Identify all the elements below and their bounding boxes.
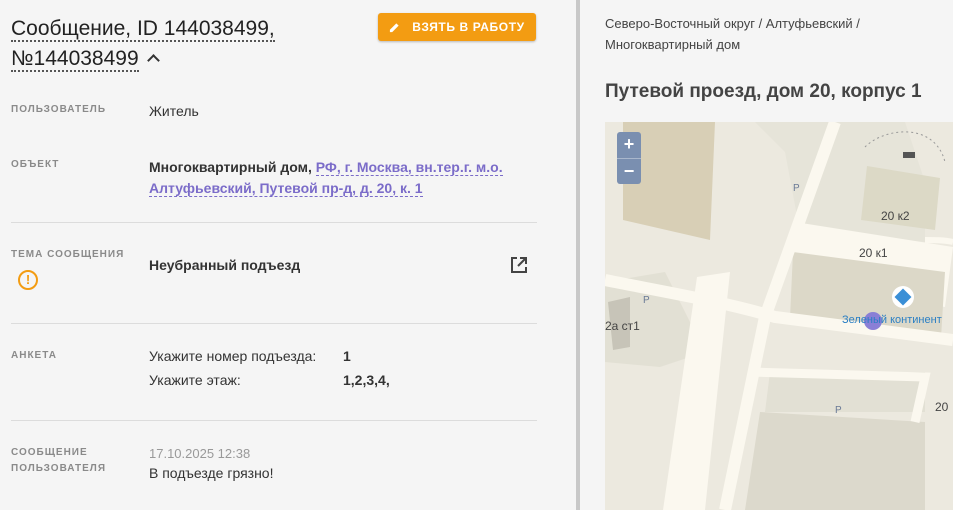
zoom-out-button[interactable]: − (617, 158, 641, 184)
survey-row: Укажите номер подъезда: 1 (149, 346, 351, 366)
bus-stop-icon (903, 152, 915, 158)
page-title: Сообщение, ID 144038499, №144038499 (11, 14, 311, 74)
object-address-link-2[interactable]: Алтуфьевский, Путевой пр-д, д. 20, к. 1 (149, 180, 423, 197)
parking-icon: P (643, 295, 650, 306)
breadcrumb-line-1[interactable]: Северо-Восточный округ / Алтуфьевский / (605, 16, 860, 31)
user-message-label-line-2: ПОЛЬЗОВАТЕЛЯ (11, 463, 107, 474)
external-link-icon[interactable] (509, 255, 529, 275)
user-message-date: 17.10.2025 12:38 (149, 446, 251, 461)
survey-row: Укажите этаж: 1,2,3,4, (149, 370, 390, 390)
user-value: Житель (149, 103, 199, 119)
topic-label: ТЕМА СООБЩЕНИЯ (11, 249, 125, 260)
object-type: Многоквартирный дом, (149, 159, 312, 175)
map-canvas[interactable]: 20 к2 20 к1 2а ст1 20 Зеленый континент … (605, 122, 953, 510)
user-message-label: СООБЩЕНИЕ ПОЛЬЗОВАТЕЛЯ (11, 445, 106, 477)
survey-question: Укажите номер подъезда: (149, 348, 317, 364)
pencil-icon (390, 22, 399, 32)
take-to-work-label: ВЗЯТЬ В РАБОТУ (412, 20, 525, 34)
divider (11, 323, 537, 324)
map-label-20k2: 20 к2 (881, 209, 910, 223)
address-title: Путевой проезд, дом 20, корпус 1 (605, 81, 922, 102)
survey-question: Укажите этаж: (149, 372, 241, 388)
survey-answer: 1,2,3,4, (343, 372, 390, 388)
take-to-work-button[interactable]: ВЗЯТЬ В РАБОТУ (378, 13, 536, 41)
map-label-20: 20 (935, 400, 949, 414)
survey-label: АНКЕТА (11, 350, 57, 361)
object-address-link-1[interactable]: РФ, г. Москва, вн.тер.г. м.о. (315, 159, 503, 176)
user-message-label-line-1: СООБЩЕНИЕ (11, 447, 88, 458)
divider (11, 222, 537, 223)
user-label: ПОЛЬЗОВАТЕЛЬ (11, 104, 107, 115)
map-label-20k1: 20 к1 (859, 246, 888, 260)
breadcrumb: Северо-Восточный округ / Алтуфьевский / … (605, 13, 945, 55)
object-label: ОБЪЕКТ (11, 159, 60, 170)
survey-answer: 1 (343, 348, 351, 364)
parking-icon: P (835, 405, 842, 416)
user-message-text: В подъезде грязно! (149, 465, 274, 481)
location-panel: Северо-Восточный округ / Алтуфьевский / … (580, 0, 953, 510)
topic-value: Неубранный подъезд (149, 257, 301, 273)
map[interactable]: 20 к2 20 к1 2а ст1 20 Зеленый континент … (605, 122, 953, 510)
map-zoom-controls: + − (617, 132, 641, 184)
title-line-1: Сообщение, ID 144038499, (11, 17, 275, 42)
chevron-up-icon[interactable] (146, 54, 160, 67)
divider (11, 420, 537, 421)
map-label-2a: 2а ст1 (605, 319, 640, 333)
title-line-2: №144038499 (11, 47, 139, 72)
message-panel: Сообщение, ID 144038499, №144038499 ВЗЯТ… (0, 0, 576, 510)
zoom-in-button[interactable]: + (617, 132, 641, 158)
breadcrumb-line-2[interactable]: Многоквартирный дом (605, 37, 740, 52)
map-label-poi: Зеленый континент (842, 314, 942, 326)
warning-icon: ! (18, 270, 38, 290)
parking-icon: P (793, 183, 800, 194)
object-value: Многоквартирный дом, РФ, г. Москва, вн.т… (149, 157, 539, 199)
